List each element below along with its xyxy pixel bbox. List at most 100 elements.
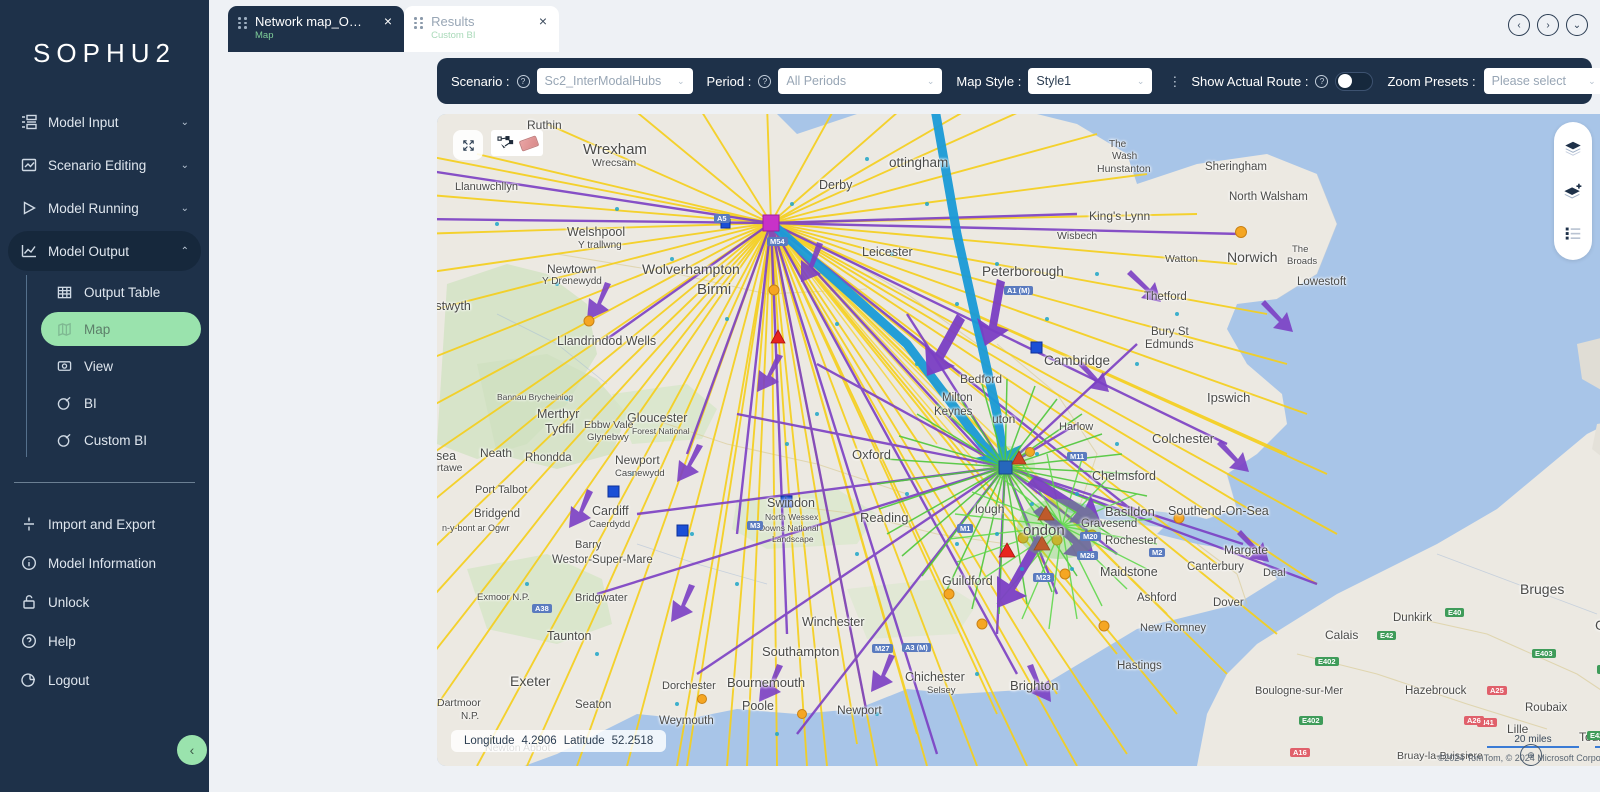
map-fullscreen-button[interactable]	[453, 130, 483, 160]
sidebar-label: Help	[48, 634, 76, 649]
chevron-down-icon: ⌄	[1588, 76, 1596, 87]
tab-bar: Network map_O… Map × Results Custom BI ×…	[209, 0, 1600, 52]
coordinate-readout: Longitude 4.2906 Latitude 52.2518	[451, 730, 666, 752]
sidebar-label: Model Input	[48, 115, 119, 130]
compass-icon: ⊕	[1527, 750, 1535, 761]
bi-icon	[55, 394, 73, 412]
layers-icon	[1563, 139, 1583, 159]
scenario-edit-icon	[20, 156, 38, 174]
map-render	[437, 114, 1600, 766]
overflow-menu-icon[interactable]: ⋮	[1168, 75, 1181, 88]
sidebar-item-map[interactable]: Map	[41, 312, 201, 346]
chevron-left-icon: ‹	[1517, 20, 1520, 31]
sidebar-item-unlock[interactable]: Unlock	[8, 584, 201, 620]
sub-item-label: Output Table	[84, 285, 160, 300]
period-value: All Periods	[786, 74, 846, 88]
drag-handle-icon[interactable]	[414, 13, 423, 29]
close-icon[interactable]: ×	[525, 13, 547, 28]
sidebar-label: Logout	[48, 673, 89, 688]
chevron-down-icon: ⌄	[1573, 20, 1581, 31]
sidebar-item-logout[interactable]: Logout	[8, 662, 201, 698]
sidebar-item-model-output[interactable]: Model Output ⌃	[8, 231, 201, 271]
period-select[interactable]: All Periods ⌄	[778, 68, 942, 94]
tab-results[interactable]: Results Custom BI ×	[404, 6, 559, 52]
eraser-icon[interactable]	[519, 135, 540, 151]
show-actual-route-control: Show Actual Route : ?	[1191, 72, 1373, 91]
list-input-icon	[20, 113, 38, 131]
sidebar-collapse-button[interactable]: ‹	[177, 735, 207, 765]
map-scale-bar: 20 miles 25 km	[1487, 734, 1600, 748]
tab-title: Results	[431, 14, 475, 29]
scenario-select[interactable]: Sc2_InterModalHubs ⌄	[537, 68, 693, 94]
sidebar-item-scenario-editing[interactable]: Scenario Editing ⌄	[8, 145, 201, 185]
legend-list-icon	[1563, 223, 1583, 243]
sidebar-item-view[interactable]: View	[41, 349, 201, 383]
polyline-select-icon[interactable]	[496, 135, 516, 151]
scale-km: 25 km	[1595, 734, 1600, 748]
sidebar-label: Unlock	[48, 595, 89, 610]
zoom-presets-select[interactable]: Please select ⌄	[1484, 68, 1600, 94]
sidebar-item-bi[interactable]: BI	[41, 386, 201, 420]
chevron-left-icon: ‹	[190, 742, 195, 758]
scenario-value: Sc2_InterModalHubs	[545, 74, 662, 88]
sidebar-label: Model Information	[48, 556, 156, 571]
map-style-value: Style1	[1036, 74, 1071, 88]
expand-arrows-icon	[461, 138, 476, 153]
map-compass[interactable]: ⊕	[1520, 744, 1542, 766]
longitude-value: 4.2906	[522, 735, 557, 747]
help-icon[interactable]: ?	[1315, 75, 1328, 88]
nav-prev-button[interactable]: ‹	[1508, 14, 1530, 36]
map-attribution: ©2024 TomTom, © 2024 Microsoft Corporati…	[1438, 753, 1600, 763]
tab-subtitle: Map	[255, 30, 362, 41]
sidebar-label: Scenario Editing	[48, 158, 146, 173]
scenario-filter: Scenario : ? Sc2_InterModalHubs ⌄	[451, 68, 693, 94]
logout-icon	[20, 671, 38, 689]
help-icon[interactable]: ?	[758, 75, 771, 88]
tab-network-map[interactable]: Network map_O… Map ×	[228, 6, 404, 52]
sub-item-label: Custom BI	[84, 433, 147, 448]
chevron-down-icon: ⌄	[927, 76, 935, 87]
map-toolbar: Scenario : ? Sc2_InterModalHubs ⌄ Period…	[437, 58, 1592, 104]
tab-subtitle: Custom BI	[431, 30, 475, 41]
tab-title: Network map_O…	[255, 14, 362, 29]
help-icon[interactable]: ?	[517, 75, 530, 88]
primary-nav: Model Input ⌄ Scenario Editing ⌄ Model R…	[0, 99, 209, 460]
main-area: Network map_O… Map × Results Custom BI ×…	[209, 0, 1600, 792]
sidebar-item-help[interactable]: Help	[8, 623, 201, 659]
sidebar-label: Model Output	[48, 244, 129, 259]
drag-handle-icon[interactable]	[238, 13, 247, 29]
chevron-right-icon: ›	[1546, 20, 1549, 31]
top-navigation-controls: ‹ › ⌄	[1508, 14, 1588, 36]
sidebar-item-import-export[interactable]: Import and Export	[8, 506, 201, 542]
map-style-select[interactable]: Style1 ⌄	[1028, 68, 1152, 94]
close-icon[interactable]: ×	[370, 13, 392, 28]
chart-line-icon	[20, 242, 38, 260]
map-icon	[55, 320, 73, 338]
sub-item-label: BI	[84, 396, 97, 411]
custom-bi-icon	[55, 431, 73, 449]
sidebar-item-model-input[interactable]: Model Input ⌄	[8, 102, 201, 142]
show-actual-route-toggle[interactable]	[1335, 72, 1373, 91]
import-export-icon	[20, 515, 38, 533]
info-icon	[20, 554, 38, 572]
sidebar-item-custom-bi[interactable]: Custom BI	[41, 423, 201, 457]
toggle-knob	[1338, 74, 1352, 88]
latitude-label: Latitude	[564, 735, 605, 747]
scenario-label: Scenario :	[451, 74, 510, 89]
play-icon	[20, 199, 38, 217]
nav-more-button[interactable]: ⌄	[1566, 14, 1588, 36]
eye-icon	[55, 357, 73, 375]
nav-next-button[interactable]: ›	[1537, 14, 1559, 36]
sidebar-item-model-information[interactable]: Model Information	[8, 545, 201, 581]
map-draw-tools[interactable]	[491, 130, 543, 156]
sidebar-item-output-table[interactable]: Output Table	[41, 275, 201, 309]
sidebar-item-model-running[interactable]: Model Running ⌄	[8, 188, 201, 228]
chevron-up-icon: ⌃	[181, 246, 189, 257]
sub-item-label: Map	[84, 322, 110, 337]
map-canvas[interactable]: RuthinWrexhamWrecsamLlanuwchllynWelshpoo…	[437, 114, 1600, 766]
legend-button[interactable]	[1562, 222, 1584, 244]
layers-button[interactable]	[1562, 138, 1584, 160]
sidebar: SOPHU2 Model Input ⌄ Scenario Editing ⌄	[0, 0, 209, 792]
add-layer-button[interactable]	[1562, 180, 1584, 202]
sidebar-label: Model Running	[48, 201, 139, 216]
